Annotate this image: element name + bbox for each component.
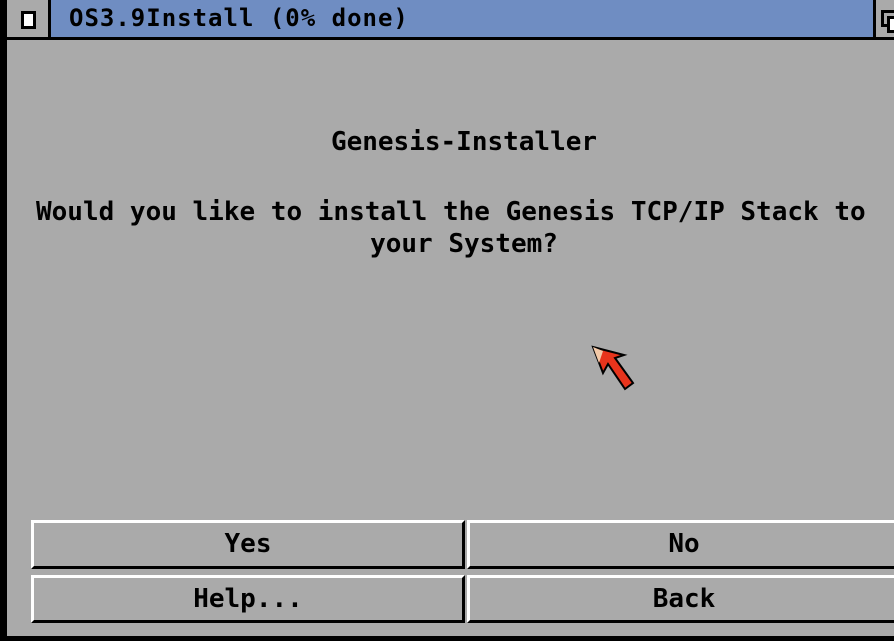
close-gadget-box: [21, 11, 36, 29]
window-title: OS3.9Install (0% done): [69, 4, 409, 32]
depth-icon[interactable]: [873, 0, 894, 37]
depth-gadget-front: [887, 16, 894, 33]
title-bar[interactable]: OS3.9Install (0% done): [7, 0, 894, 40]
mouse-pointer-icon: [591, 345, 635, 391]
installer-heading: Genesis-Installer: [330, 127, 598, 157]
question-line-1: Would you like to install the Genesis TC…: [36, 197, 866, 227]
no-button[interactable]: No: [467, 520, 894, 569]
help-button[interactable]: Help...: [31, 575, 465, 623]
question-line-2: your System?: [370, 229, 558, 259]
yes-button[interactable]: Yes: [31, 520, 465, 569]
installer-window: OS3.9Install (0% done) Genesis-Installer…: [0, 0, 894, 641]
dialog-content: Genesis-Installer Would you like to inst…: [14, 40, 894, 641]
window-bottom-border: [7, 636, 894, 641]
close-icon[interactable]: [7, 0, 51, 37]
install-question: Would you like to install the Genesis TC…: [36, 196, 894, 260]
back-button[interactable]: Back: [467, 575, 894, 623]
